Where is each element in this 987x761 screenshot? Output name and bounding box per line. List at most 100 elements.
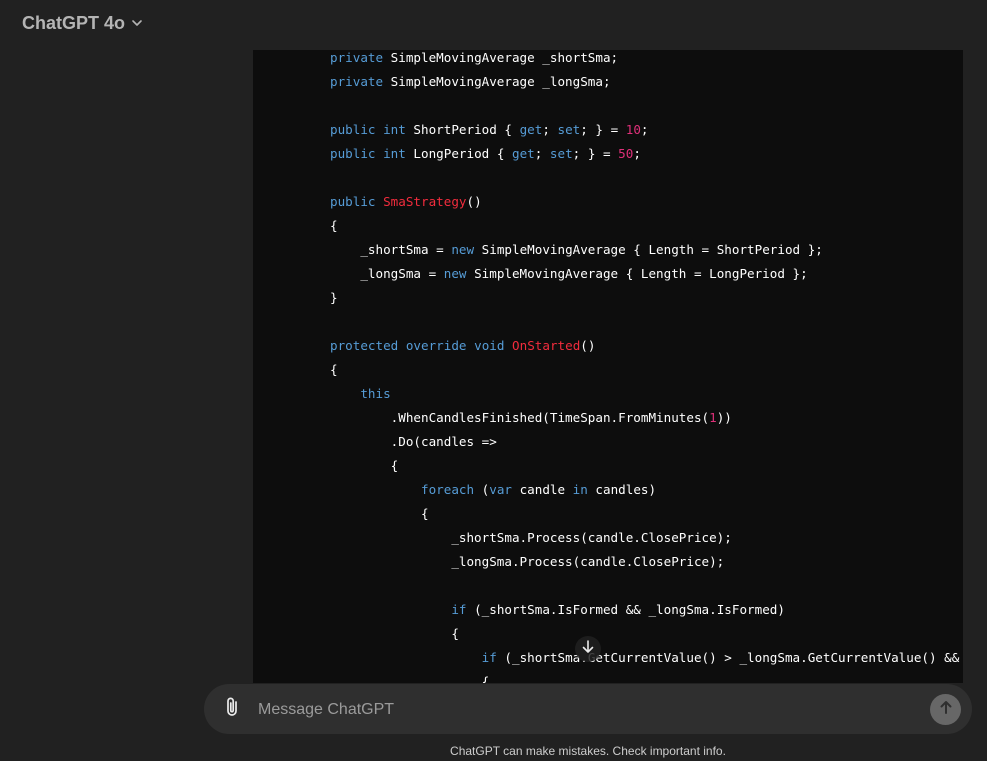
code-token: LongPeriod { xyxy=(405,146,512,161)
code-line: { xyxy=(330,674,959,683)
code-line: private SimpleMovingAverage _shortSma; xyxy=(330,50,959,74)
code-token: ; xyxy=(534,146,550,161)
code-line: .Do(candles => xyxy=(330,434,959,458)
code-token: ; } = xyxy=(580,122,626,137)
send-button[interactable] xyxy=(930,694,961,725)
model-selector[interactable]: ChatGPT 4o xyxy=(22,11,143,35)
code-token: { xyxy=(330,506,429,521)
code-token: candles) xyxy=(587,482,657,497)
code-token: var xyxy=(489,482,512,497)
top-bar: ChatGPT 4o xyxy=(0,0,987,46)
code-token: { xyxy=(330,218,338,233)
chevron-down-icon xyxy=(131,17,143,29)
code-line: public int ShortPeriod { get; set; } = 1… xyxy=(330,122,959,146)
code-line: { xyxy=(330,218,959,242)
arrow-up-icon xyxy=(938,699,954,720)
code-line: _longSma.Process(candle.ClosePrice); xyxy=(330,554,959,578)
code-token: SimpleMovingAverage _shortSma; xyxy=(383,50,619,65)
code-token: ; xyxy=(633,146,641,161)
code-line: _longSma = new SimpleMovingAverage { Len… xyxy=(330,266,959,290)
attach-button[interactable] xyxy=(222,696,244,723)
code-token: SimpleMovingAverage { Length = ShortPeri… xyxy=(474,242,823,257)
code-token: } xyxy=(330,290,338,305)
code-token: { xyxy=(330,626,459,641)
code-token: { xyxy=(330,674,490,683)
code-line: if (_shortSma.GetCurrentValue() > _longS… xyxy=(330,650,960,674)
message-composer xyxy=(204,684,972,734)
code-line: { xyxy=(330,626,959,650)
code-line: { xyxy=(330,506,959,530)
code-token: { xyxy=(330,458,399,473)
code-token: .Do(candles => xyxy=(330,434,497,449)
code-token: ( xyxy=(474,482,490,497)
code-line: private SimpleMovingAverage _longSma; xyxy=(330,74,959,98)
code-token: 1 xyxy=(709,410,717,425)
code-token: ; } = xyxy=(572,146,619,161)
code-token: () xyxy=(466,194,482,209)
code-token: if xyxy=(481,650,497,665)
code-token: )) xyxy=(716,410,732,425)
code-token: () xyxy=(580,338,596,353)
code-token: get xyxy=(519,122,543,137)
model-label: ChatGPT 4o xyxy=(22,12,126,33)
code-token: this xyxy=(360,386,391,401)
code-token: public xyxy=(330,122,376,137)
message-input[interactable] xyxy=(256,696,910,724)
code-token: public xyxy=(330,194,376,209)
code-line: public SmaStrategy() xyxy=(330,194,959,218)
code-token: (_shortSma.IsFormed && _longSma.IsFormed… xyxy=(466,602,785,617)
code-line: foreach (var candle in candles) xyxy=(330,482,959,506)
code-token: 50 xyxy=(618,146,634,161)
code-token: .WhenCandlesFinished(TimeSpan.FromMinute… xyxy=(330,410,710,425)
code-token: void xyxy=(474,338,505,353)
code-token: ; xyxy=(640,122,649,137)
code-line: { xyxy=(330,362,959,386)
code-token: _shortSma.Process(candle.ClosePrice); xyxy=(330,530,732,545)
code-token: SimpleMovingAverage { Length = LongPerio… xyxy=(466,266,808,281)
code-token: in xyxy=(572,482,588,497)
code-token: override xyxy=(405,338,467,353)
code-token: foreach xyxy=(421,482,475,497)
code-token: SimpleMovingAverage _longSma; xyxy=(383,74,611,89)
code-token: _longSma = xyxy=(330,266,444,281)
code-token: ; xyxy=(542,122,558,137)
code-line: public int LongPeriod { get; set; } = 50… xyxy=(330,146,959,170)
code-token: set xyxy=(549,146,573,161)
code-line: } xyxy=(330,290,959,314)
code-token: private xyxy=(330,74,384,89)
code-token: SmaStrategy xyxy=(383,194,467,209)
code-line: _shortSma = new SimpleMovingAverage { Le… xyxy=(330,242,959,266)
code-token: { xyxy=(330,362,338,377)
code-token: private xyxy=(330,50,384,65)
code-token: OnStarted xyxy=(512,338,581,353)
code-line: protected override void OnStarted() xyxy=(330,338,959,362)
code-token: protected xyxy=(330,338,399,353)
code-token: new xyxy=(443,266,467,281)
code-token: _longSma.Process(candle.ClosePrice); xyxy=(330,554,725,569)
code-token: int xyxy=(383,122,406,137)
code-line: if (_shortSma.IsFormed && _longSma.IsFor… xyxy=(330,602,959,626)
paperclip-icon xyxy=(223,696,243,723)
code-token: set xyxy=(557,122,581,137)
disclaimer-text: ChatGPT can make mistakes. Check importa… xyxy=(450,744,726,758)
code-line: _shortSma.Process(candle.ClosePrice); xyxy=(330,530,959,554)
code-line: { xyxy=(330,458,959,482)
code-token: ShortPeriod { xyxy=(405,122,520,137)
code-token: int xyxy=(383,146,406,161)
code-line: this xyxy=(330,386,959,410)
code-token: 10 xyxy=(625,122,641,137)
arrow-down-icon xyxy=(580,639,596,660)
scroll-to-bottom-button[interactable] xyxy=(575,636,601,662)
